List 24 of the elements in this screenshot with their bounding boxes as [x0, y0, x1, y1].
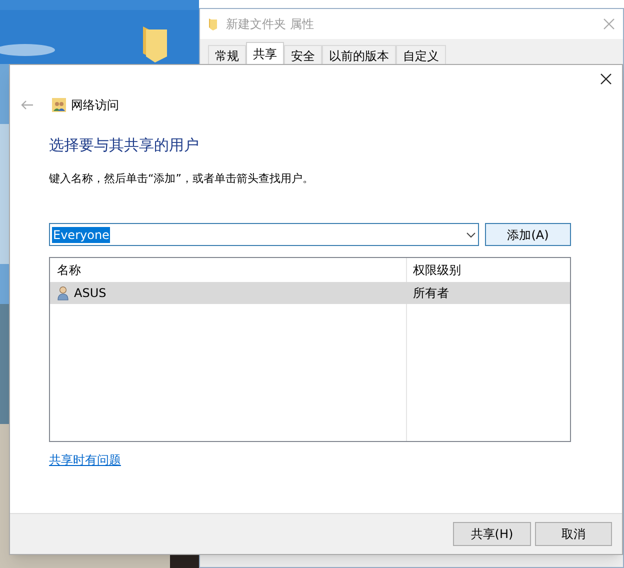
user-combo-box[interactable]: Everyone	[49, 223, 479, 246]
dialog-heading: 选择要与其共享的用户	[49, 135, 200, 155]
table-row[interactable]: ASUS 所有者	[50, 282, 570, 304]
dialog-title: 网络访问	[71, 97, 119, 114]
close-icon[interactable]	[600, 73, 612, 85]
dropdown-caret-icon[interactable]	[466, 232, 476, 238]
tab[interactable]: 自定义	[396, 45, 446, 65]
help-link[interactable]: 共享时有问题	[49, 451, 121, 469]
instruction-text: 键入名称，然后单击“添加”，或者单击箭头查找用户。	[49, 172, 314, 186]
column-header[interactable]: 权限级别	[407, 258, 570, 282]
share-button[interactable]: 共享(H)	[453, 522, 531, 546]
user-icon	[57, 286, 69, 300]
folder-icon	[208, 17, 218, 31]
table-cell-text: 所有者	[412, 285, 450, 302]
window-title: 新建文件夹 属性	[226, 16, 314, 33]
table-cell-text: ASUS	[74, 285, 106, 302]
combo-value: Everyone	[52, 226, 110, 242]
tab[interactable]: 安全	[284, 45, 322, 65]
cancel-button[interactable]: 取消	[535, 522, 612, 546]
network-users-icon	[52, 98, 66, 112]
add-button[interactable]: 添加(A)	[485, 223, 571, 246]
tab[interactable]: 常规	[208, 45, 246, 65]
tab[interactable]: 共享	[246, 42, 284, 65]
tab[interactable]: 以前的版本	[322, 45, 396, 65]
